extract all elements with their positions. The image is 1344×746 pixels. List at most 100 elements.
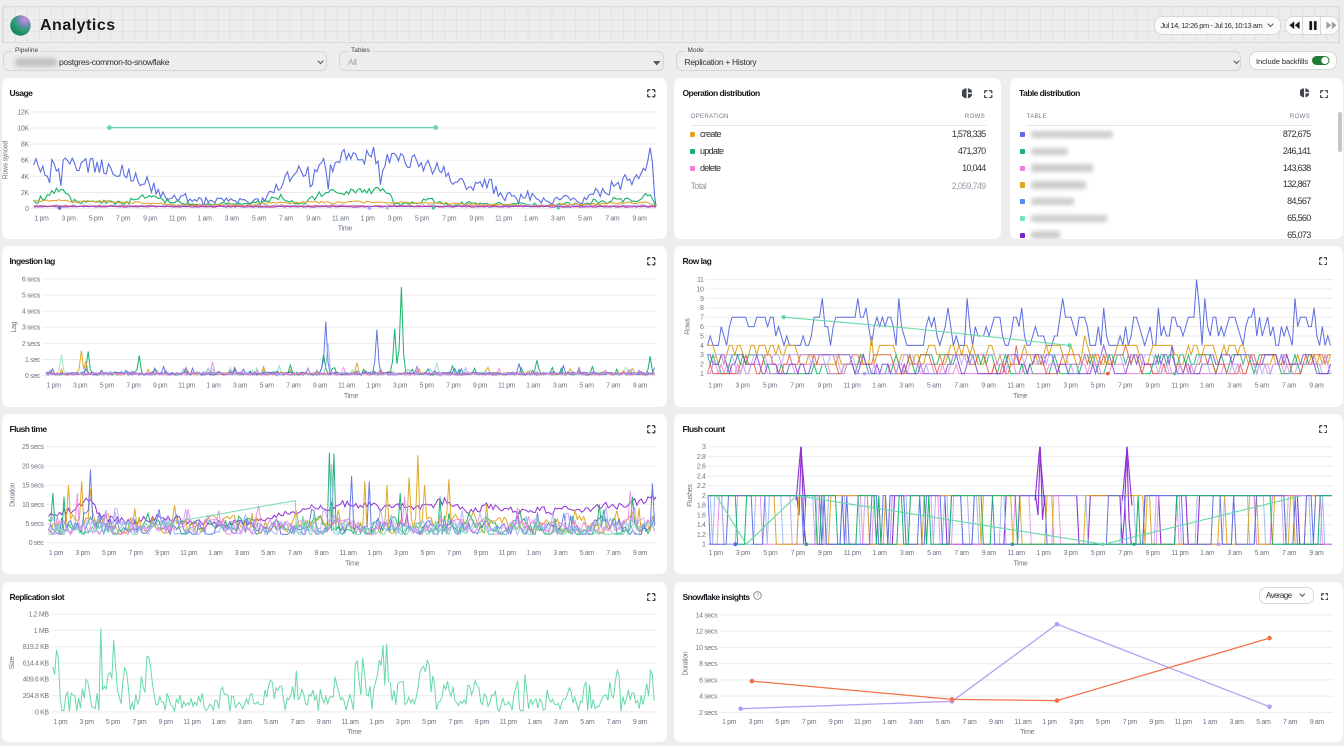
svg-text:11 pm: 11 pm xyxy=(498,383,516,390)
svg-text:7 pm: 7 pm xyxy=(126,383,141,390)
svg-text:7 am: 7 am xyxy=(606,550,621,557)
svg-text:3 pm: 3 pm xyxy=(75,550,90,557)
svg-text:2.6: 2.6 xyxy=(697,464,706,471)
svg-text:5 am: 5 am xyxy=(579,383,594,390)
svg-text:7 pm: 7 pm xyxy=(1118,383,1133,390)
svg-text:7 pm: 7 pm xyxy=(446,383,461,390)
svg-text:5 am: 5 am xyxy=(580,719,595,726)
svg-text:11 am: 11 am xyxy=(341,719,359,726)
svg-text:5 pm: 5 pm xyxy=(88,216,103,223)
svg-text:3 pm: 3 pm xyxy=(736,383,751,390)
svg-text:9 am: 9 am xyxy=(632,550,647,557)
svg-text:1 am: 1 am xyxy=(1200,550,1215,557)
svg-text:12 secs: 12 secs xyxy=(696,629,718,636)
svg-text:1 pm: 1 pm xyxy=(708,383,723,390)
svg-text:Time: Time xyxy=(347,729,361,736)
svg-text:3 pm: 3 pm xyxy=(387,216,402,223)
svg-text:Time: Time xyxy=(345,561,360,568)
svg-text:3 secs: 3 secs xyxy=(21,325,40,332)
svg-text:819.2 KB: 819.2 KB xyxy=(22,644,49,651)
svg-text:1 pm: 1 pm xyxy=(709,550,724,557)
svg-text:7 am: 7 am xyxy=(287,550,302,557)
svg-text:3 pm: 3 pm xyxy=(1063,383,1078,390)
svg-text:9 pm: 9 pm xyxy=(474,719,489,726)
svg-text:8 secs: 8 secs xyxy=(699,661,718,668)
svg-text:1 MB: 1 MB xyxy=(33,628,49,635)
svg-text:3 am: 3 am xyxy=(553,550,568,557)
svg-text:9 am: 9 am xyxy=(632,383,647,390)
svg-text:9 pm: 9 pm xyxy=(1145,383,1160,390)
svg-text:1.6: 1.6 xyxy=(697,513,706,520)
svg-text:12K: 12K xyxy=(17,110,29,117)
svg-text:7 pm: 7 pm xyxy=(132,719,147,726)
svg-text:5 am: 5 am xyxy=(927,383,942,390)
svg-text:1 pm: 1 pm xyxy=(1036,550,1051,557)
svg-text:11 pm: 11 pm xyxy=(854,719,872,726)
svg-text:Duration: Duration xyxy=(9,483,16,507)
svg-text:3 am: 3 am xyxy=(232,383,247,390)
svg-text:3 pm: 3 pm xyxy=(393,550,408,557)
svg-text:5 am: 5 am xyxy=(1255,550,1270,557)
svg-text:9 am: 9 am xyxy=(314,550,329,557)
svg-text:5 pm: 5 pm xyxy=(1091,550,1106,557)
svg-text:4K: 4K xyxy=(20,174,29,181)
svg-text:1.8: 1.8 xyxy=(697,503,706,510)
svg-text:5 secs: 5 secs xyxy=(25,521,44,528)
svg-text:Duration: Duration xyxy=(683,651,690,675)
svg-text:5 am: 5 am xyxy=(1256,719,1271,726)
svg-text:9 pm: 9 pm xyxy=(472,383,487,390)
svg-text:4: 4 xyxy=(700,343,704,350)
svg-text:1.4: 1.4 xyxy=(697,522,706,529)
svg-text:2K: 2K xyxy=(20,190,29,197)
svg-text:0: 0 xyxy=(25,206,29,213)
svg-text:2.2: 2.2 xyxy=(697,483,706,490)
svg-text:7 pm: 7 pm xyxy=(791,550,806,557)
svg-text:1 am: 1 am xyxy=(526,383,541,390)
svg-text:3: 3 xyxy=(702,444,706,451)
svg-text:5 pm: 5 pm xyxy=(102,550,117,557)
svg-text:9 pm: 9 pm xyxy=(818,383,833,390)
svg-text:7 pm: 7 pm xyxy=(448,719,463,726)
svg-text:7 pm: 7 pm xyxy=(1118,550,1133,557)
svg-text:7 am: 7 am xyxy=(606,719,621,726)
svg-text:7 am: 7 am xyxy=(290,719,305,726)
svg-text:7 pm: 7 pm xyxy=(1123,719,1138,726)
svg-text:204.8 KB: 204.8 KB xyxy=(22,693,49,700)
svg-text:11 pm: 11 pm xyxy=(495,216,513,223)
svg-text:6 secs: 6 secs xyxy=(699,677,718,684)
svg-text:9 pm: 9 pm xyxy=(158,719,173,726)
svg-text:5 pm: 5 pm xyxy=(420,550,435,557)
svg-text:9 pm: 9 pm xyxy=(143,216,158,223)
svg-text:10: 10 xyxy=(696,287,704,294)
svg-text:11 pm: 11 pm xyxy=(498,550,516,557)
svg-text:9 pm: 9 pm xyxy=(818,550,833,557)
svg-text:11 pm: 11 pm xyxy=(1171,550,1189,557)
svg-text:5 pm: 5 pm xyxy=(763,383,778,390)
svg-text:1 am: 1 am xyxy=(206,383,221,390)
svg-text:1 am: 1 am xyxy=(872,383,887,390)
svg-text:6K: 6K xyxy=(20,158,29,165)
svg-text:8K: 8K xyxy=(20,142,29,149)
svg-text:1 am: 1 am xyxy=(1203,719,1218,726)
svg-text:9 am: 9 am xyxy=(1309,383,1324,390)
svg-text:Time: Time xyxy=(337,226,351,233)
svg-text:9 pm: 9 pm xyxy=(155,550,170,557)
svg-text:0 sec: 0 sec xyxy=(25,373,41,380)
svg-text:11 pm: 11 pm xyxy=(178,383,196,390)
svg-text:7 am: 7 am xyxy=(962,719,977,726)
svg-text:7 pm: 7 pm xyxy=(802,719,817,726)
svg-text:9: 9 xyxy=(700,296,704,303)
svg-text:7 pm: 7 pm xyxy=(128,550,143,557)
svg-text:14 secs: 14 secs xyxy=(696,612,718,619)
svg-text:1: 1 xyxy=(700,371,704,378)
svg-text:7 am: 7 am xyxy=(605,216,620,223)
svg-text:1 sec: 1 sec xyxy=(25,357,41,364)
svg-text:5 am: 5 am xyxy=(1255,383,1270,390)
svg-text:9 am: 9 am xyxy=(989,719,1004,726)
svg-text:9 am: 9 am xyxy=(981,383,996,390)
svg-text:Flushes: Flushes xyxy=(687,484,694,507)
svg-text:11 pm: 11 pm xyxy=(499,719,517,726)
svg-text:1: 1 xyxy=(702,542,706,549)
svg-text:1 pm: 1 pm xyxy=(46,383,61,390)
svg-text:1 pm: 1 pm xyxy=(1043,719,1058,726)
